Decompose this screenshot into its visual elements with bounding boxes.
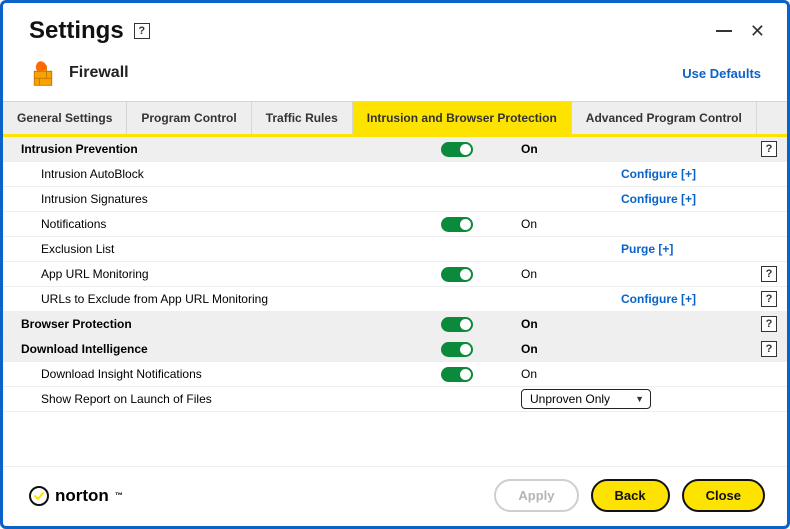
section-header: Firewall Use Defaults: [3, 49, 787, 101]
footer-buttons: Apply Back Close: [494, 479, 765, 512]
label-download-insight-notifications: Download Insight Notifications: [21, 367, 441, 381]
configure-intrusion-autoblock[interactable]: Configure [+]: [621, 167, 757, 181]
row-urls-exclude: URLs to Exclude from App URL Monitoring …: [3, 287, 787, 312]
label-intrusion-signatures: Intrusion Signatures: [21, 192, 441, 206]
firewall-icon: [29, 59, 57, 87]
tab-program-control[interactable]: Program Control: [127, 102, 251, 134]
label-show-report: Show Report on Launch of Files: [21, 392, 441, 406]
apply-button[interactable]: Apply: [494, 479, 578, 512]
row-show-report: Show Report on Launch of Files Unproven …: [3, 387, 787, 412]
footer: norton ™ Apply Back Close: [3, 466, 787, 526]
chevron-down-icon: ▼: [635, 394, 644, 404]
settings-window: Settings ? ✕ Firewall Use Defaults Gener…: [0, 0, 790, 529]
state-notifications: On: [521, 217, 621, 231]
row-intrusion-autoblock: Intrusion AutoBlock Configure [+]: [3, 162, 787, 187]
window-controls: ✕: [716, 22, 765, 40]
row-download-insight-notifications: Download Insight Notifications On: [3, 362, 787, 387]
close-button[interactable]: Close: [682, 479, 765, 512]
row-download-intelligence: Download Intelligence On ?: [3, 337, 787, 362]
title-left: Settings ?: [29, 17, 150, 45]
toggle-browser-protection[interactable]: [441, 317, 473, 332]
purge-exclusion-list[interactable]: Purge [+]: [621, 242, 757, 256]
close-icon[interactable]: ✕: [750, 22, 765, 40]
row-notifications: Notifications On: [3, 212, 787, 237]
tab-general-settings[interactable]: General Settings: [3, 102, 127, 134]
label-notifications: Notifications: [21, 217, 441, 231]
row-exclusion-list: Exclusion List Purge [+]: [3, 237, 787, 262]
help-icon[interactable]: ?: [761, 141, 777, 157]
section-left: Firewall: [29, 59, 129, 87]
minimize-icon[interactable]: [716, 30, 732, 32]
label-urls-exclude: URLs to Exclude from App URL Monitoring: [21, 292, 441, 306]
state-app-url-monitoring: On: [521, 267, 621, 281]
configure-urls-exclude[interactable]: Configure [+]: [621, 292, 757, 306]
select-show-report-value: Unproven Only: [530, 392, 610, 406]
section-title: Firewall: [69, 64, 129, 82]
toggle-download-insight-notifications[interactable]: [441, 367, 473, 382]
back-button[interactable]: Back: [591, 479, 670, 512]
titlebar: Settings ? ✕: [3, 3, 787, 49]
state-download-insight-notifications: On: [521, 367, 621, 381]
row-browser-protection: Browser Protection On ?: [3, 312, 787, 337]
help-icon[interactable]: ?: [761, 266, 777, 282]
label-download-intelligence: Download Intelligence: [21, 342, 441, 356]
help-icon[interactable]: ?: [761, 291, 777, 307]
brand-tm: ™: [115, 491, 123, 500]
toggle-intrusion-prevention[interactable]: [441, 142, 473, 157]
brand-name: norton: [55, 486, 109, 506]
label-exclusion-list: Exclusion List: [21, 242, 441, 256]
row-intrusion-signatures: Intrusion Signatures Configure [+]: [3, 187, 787, 212]
help-icon[interactable]: ?: [761, 316, 777, 332]
brand-check-icon: [29, 486, 49, 506]
title-help-icon[interactable]: ?: [134, 23, 150, 39]
tab-intrusion-browser-protection[interactable]: Intrusion and Browser Protection: [353, 102, 572, 134]
tab-bar: General Settings Program Control Traffic…: [3, 101, 787, 137]
settings-grid: Intrusion Prevention On ? Intrusion Auto…: [3, 137, 787, 466]
page-title: Settings: [29, 17, 124, 45]
label-browser-protection: Browser Protection: [21, 317, 441, 331]
label-intrusion-autoblock: Intrusion AutoBlock: [21, 167, 441, 181]
toggle-notifications[interactable]: [441, 217, 473, 232]
label-app-url-monitoring: App URL Monitoring: [21, 267, 441, 281]
configure-intrusion-signatures[interactable]: Configure [+]: [621, 192, 757, 206]
state-browser-protection: On: [521, 317, 621, 331]
state-download-intelligence: On: [521, 342, 621, 356]
row-intrusion-prevention: Intrusion Prevention On ?: [3, 137, 787, 162]
tab-traffic-rules[interactable]: Traffic Rules: [252, 102, 353, 134]
select-show-report[interactable]: Unproven Only ▼: [521, 389, 651, 409]
tab-spacer: [757, 102, 787, 134]
brand: norton ™: [29, 486, 123, 506]
toggle-download-intelligence[interactable]: [441, 342, 473, 357]
toggle-app-url-monitoring[interactable]: [441, 267, 473, 282]
row-app-url-monitoring: App URL Monitoring On ?: [3, 262, 787, 287]
tab-advanced-program-control[interactable]: Advanced Program Control: [572, 102, 757, 134]
label-intrusion-prevention: Intrusion Prevention: [21, 142, 441, 156]
state-intrusion-prevention: On: [521, 142, 621, 156]
help-icon[interactable]: ?: [761, 341, 777, 357]
use-defaults-link[interactable]: Use Defaults: [682, 66, 761, 81]
